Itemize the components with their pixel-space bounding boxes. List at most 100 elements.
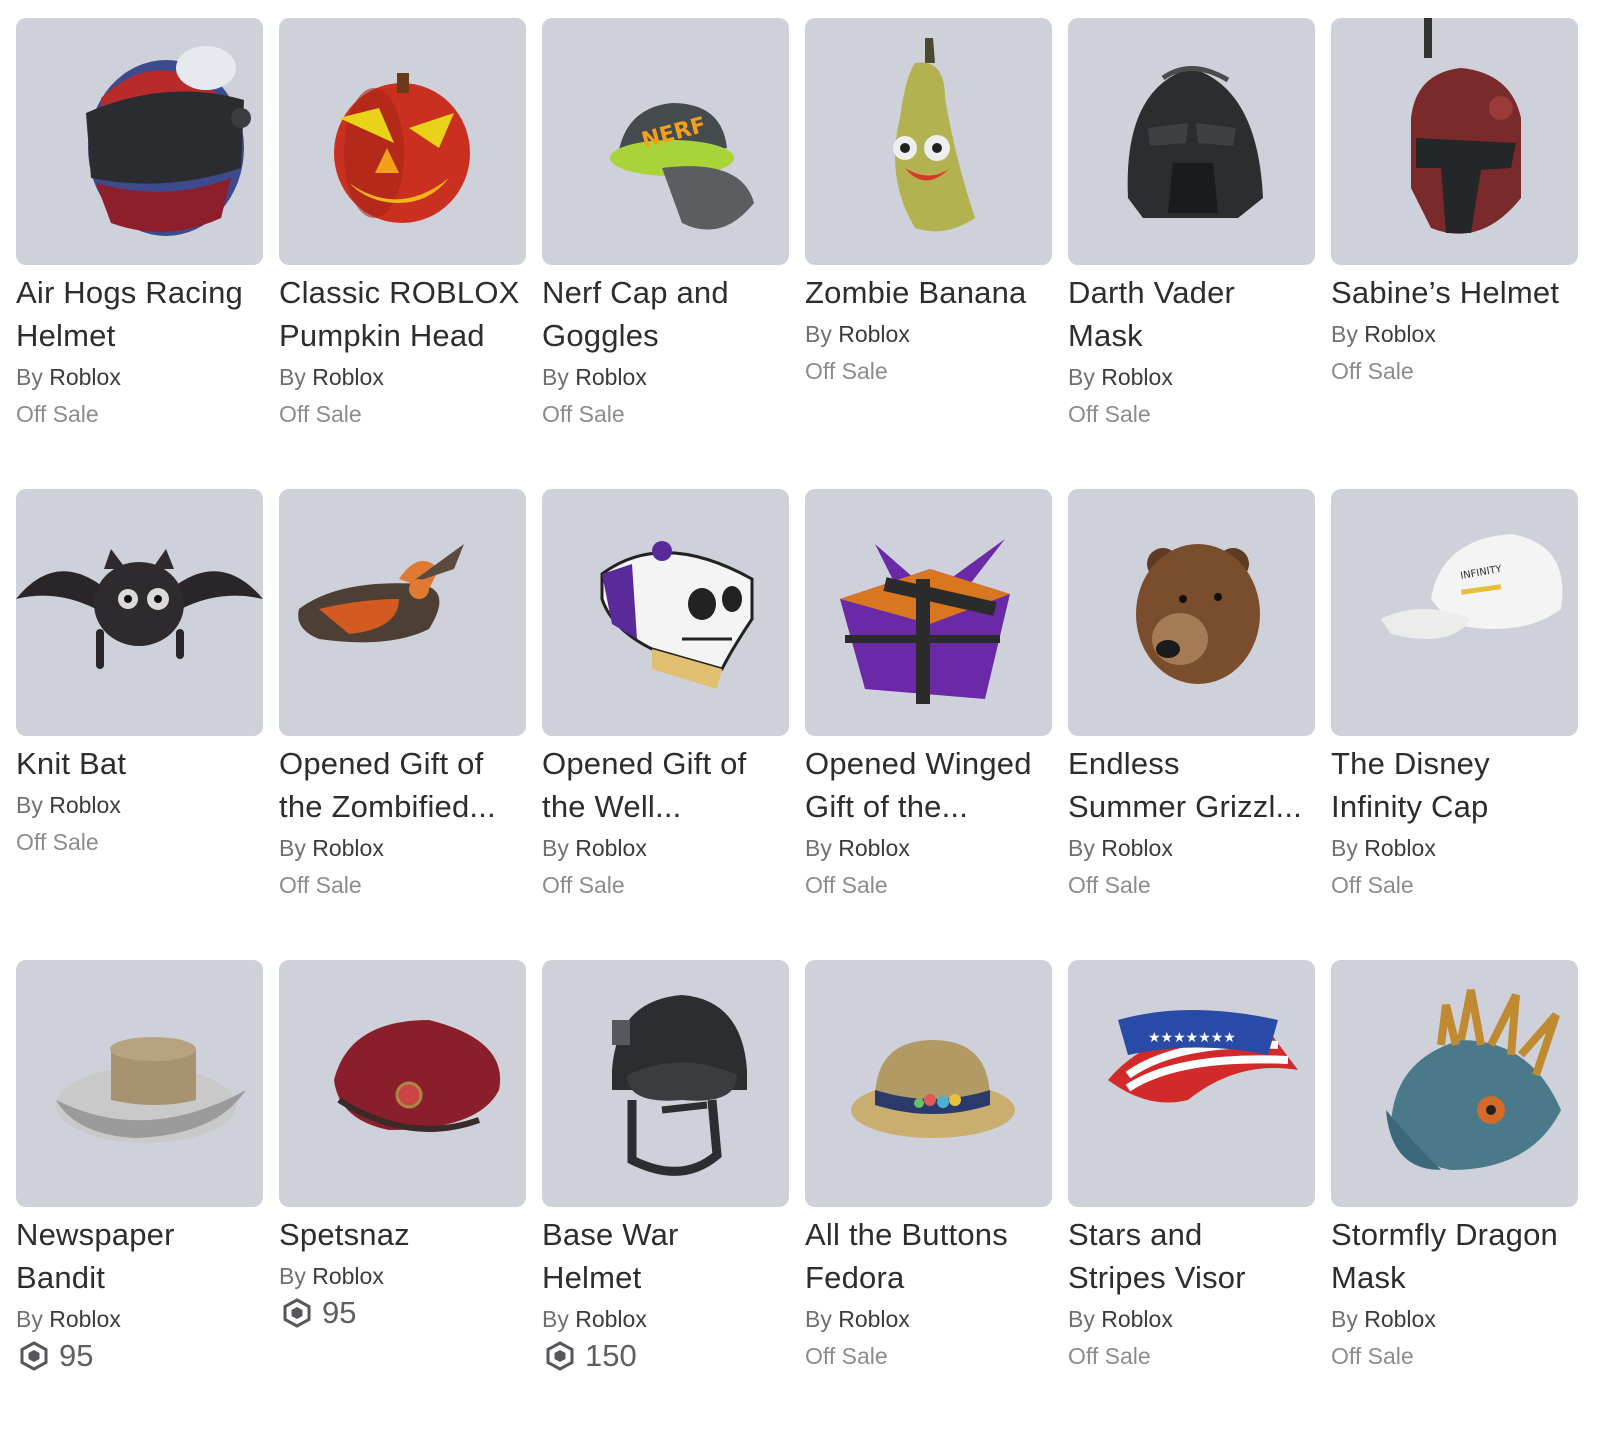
item-thumbnail[interactable] xyxy=(805,18,1052,265)
catalog-item-card[interactable]: All the Buttons Fedora By Roblox Off Sale xyxy=(805,960,1052,1431)
item-creator: By Roblox xyxy=(1068,359,1315,395)
catalog-item-card[interactable]: ★★★★★★★ Stars and Stripes Visor By Roblox Of… xyxy=(1068,960,1315,1431)
item-name-line: Fedora xyxy=(805,1260,905,1295)
item-price: Off Sale xyxy=(16,829,99,855)
creator-by-label: By xyxy=(1331,321,1358,347)
item-creator: By Roblox xyxy=(16,359,263,395)
item-name[interactable]: Stormfly Dragon Mask xyxy=(1331,1213,1578,1299)
creator-link[interactable]: Roblox xyxy=(312,364,384,390)
item-name[interactable]: Base War Helmet xyxy=(542,1213,789,1299)
creator-link[interactable]: Roblox xyxy=(1364,321,1436,347)
creator-link[interactable]: Roblox xyxy=(1101,364,1173,390)
item-thumbnail[interactable]: ★★★★★★★ xyxy=(1068,960,1315,1207)
catalog-item-card[interactable]: Stormfly Dragon Mask By Roblox Off Sale xyxy=(1331,960,1578,1431)
creator-link[interactable]: Roblox xyxy=(1364,1306,1436,1332)
skull-gift-icon xyxy=(600,541,754,689)
creator-by-label: By xyxy=(1068,364,1095,390)
item-name[interactable]: Opened Gift of the Zombified... xyxy=(279,742,526,828)
item-name[interactable]: Sabine’s Helmet xyxy=(1331,271,1578,314)
creator-link[interactable]: Roblox xyxy=(1364,835,1436,861)
item-price: Off Sale xyxy=(542,401,625,427)
item-creator: By Roblox xyxy=(1331,316,1578,352)
item-thumbnail[interactable] xyxy=(279,18,526,265)
item-price: Off Sale xyxy=(805,872,888,898)
catalog-item-card[interactable]: Knit Bat By Roblox Off Sale xyxy=(16,489,263,960)
item-thumbnail[interactable] xyxy=(542,489,789,736)
vader-mask-icon xyxy=(1127,66,1263,218)
creator-link[interactable]: Roblox xyxy=(312,1263,384,1289)
catalog-item-card[interactable]: Classic ROBLOX Pumpkin Head By Roblox Off S… xyxy=(279,18,526,489)
creator-link[interactable]: Roblox xyxy=(1101,835,1173,861)
item-name-line: Newspaper xyxy=(16,1217,175,1252)
catalog-item-card[interactable]: Zombie Banana By Roblox Off Sale xyxy=(805,18,1052,489)
item-name-line: Spetsnaz xyxy=(279,1217,410,1252)
item-thumbnail[interactable] xyxy=(805,489,1052,736)
item-thumbnail[interactable] xyxy=(16,489,263,736)
catalog-item-card[interactable]: Endless Summer Grizzl... By Roblox Off Sale xyxy=(1068,489,1315,960)
creator-link[interactable]: Roblox xyxy=(49,364,121,390)
item-thumbnail[interactable] xyxy=(16,18,263,265)
creator-link[interactable]: Roblox xyxy=(838,321,910,347)
catalog-item-card[interactable]: Base War Helmet By Roblox 150 xyxy=(542,960,789,1431)
item-creator: By Roblox xyxy=(542,1301,789,1337)
catalog-item-card[interactable]: Opened Winged Gift of the... By Roblox Off … xyxy=(805,489,1052,960)
item-thumbnail[interactable]: INFINITY xyxy=(1331,489,1578,736)
creator-link[interactable]: Roblox xyxy=(575,1306,647,1332)
creator-by-label: By xyxy=(542,1306,569,1332)
item-creator: By Roblox xyxy=(279,830,526,866)
item-name[interactable]: Nerf Cap and Goggles xyxy=(542,271,789,357)
item-thumbnail[interactable] xyxy=(279,960,526,1207)
item-name[interactable]: Spetsnaz xyxy=(279,1213,526,1256)
item-thumbnail[interactable] xyxy=(1331,960,1578,1207)
catalog-item-card[interactable]: Newspaper Bandit By Roblox 95 xyxy=(16,960,263,1431)
item-price: Off Sale xyxy=(1331,1343,1414,1369)
creator-link[interactable]: Roblox xyxy=(575,364,647,390)
item-name[interactable]: Opened Winged Gift of the... xyxy=(805,742,1052,828)
item-thumbnail[interactable]: NERF xyxy=(542,18,789,265)
catalog-item-card[interactable]: NERF Nerf Cap and Goggles By Roblox Off Sale xyxy=(542,18,789,489)
creator-link[interactable]: Roblox xyxy=(575,835,647,861)
item-name-line: Endless xyxy=(1068,746,1180,781)
catalog-item-card[interactable]: Sabine’s Helmet By Roblox Off Sale xyxy=(1331,18,1578,489)
item-name[interactable]: Air Hogs Racing Helmet xyxy=(16,271,263,357)
item-name[interactable]: Knit Bat xyxy=(16,742,263,785)
item-thumbnail[interactable] xyxy=(805,960,1052,1207)
item-name[interactable]: Classic ROBLOX Pumpkin Head xyxy=(279,271,526,357)
creator-link[interactable]: Roblox xyxy=(838,1306,910,1332)
creator-link[interactable]: Roblox xyxy=(49,1306,121,1332)
catalog-item-card[interactable]: INFINITY The Disney Infinity Cap By Roblox… xyxy=(1331,489,1578,960)
item-creator: By Roblox xyxy=(1331,830,1578,866)
item-name[interactable]: The Disney Infinity Cap xyxy=(1331,742,1578,828)
creator-by-label: By xyxy=(542,364,569,390)
item-name[interactable]: Newspaper Bandit xyxy=(16,1213,263,1299)
price-value: 95 xyxy=(322,1295,357,1330)
item-name-line: Mask xyxy=(1068,318,1143,353)
catalog-item-card[interactable]: Air Hogs Racing Helmet By Roblox Off Sale xyxy=(16,18,263,489)
item-thumbnail[interactable] xyxy=(1331,18,1578,265)
item-name[interactable]: Stars and Stripes Visor xyxy=(1068,1213,1315,1299)
item-name-line: Darth Vader xyxy=(1068,275,1236,310)
item-price: Off Sale xyxy=(16,401,99,427)
item-thumbnail[interactable] xyxy=(16,960,263,1207)
item-thumbnail[interactable] xyxy=(1068,18,1315,265)
item-name[interactable]: Zombie Banana xyxy=(805,271,1052,314)
item-thumbnail[interactable] xyxy=(279,489,526,736)
item-name-line: Helmet xyxy=(16,318,116,353)
item-price: 95 xyxy=(279,1294,526,1332)
creator-link[interactable]: Roblox xyxy=(838,835,910,861)
creator-link[interactable]: Roblox xyxy=(49,792,121,818)
item-name[interactable]: All the Buttons Fedora xyxy=(805,1213,1052,1299)
catalog-item-card[interactable]: Opened Gift of the Well... By Roblox Off Sa… xyxy=(542,489,789,960)
item-creator: By Roblox xyxy=(805,316,1052,352)
catalog-item-card[interactable]: Spetsnaz By Roblox 95 xyxy=(279,960,526,1431)
catalog-item-card[interactable]: Opened Gift of the Zombified... By Roblox O… xyxy=(279,489,526,960)
creator-link[interactable]: Roblox xyxy=(1101,1306,1173,1332)
creator-link[interactable]: Roblox xyxy=(312,835,384,861)
item-name[interactable]: Darth Vader Mask xyxy=(1068,271,1315,357)
item-thumbnail[interactable] xyxy=(1068,489,1315,736)
catalog-item-card[interactable]: Darth Vader Mask By Roblox Off Sale xyxy=(1068,18,1315,489)
item-price: Off Sale xyxy=(1331,872,1414,898)
item-name[interactable]: Opened Gift of the Well... xyxy=(542,742,789,828)
item-name[interactable]: Endless Summer Grizzl... xyxy=(1068,742,1315,828)
item-thumbnail[interactable] xyxy=(542,960,789,1207)
